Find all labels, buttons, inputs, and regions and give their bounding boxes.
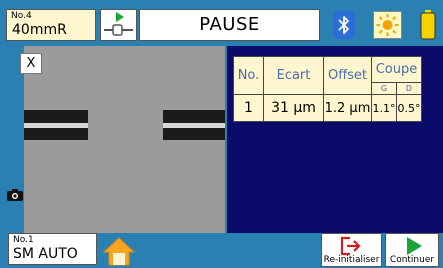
col-header-no: No. (233, 56, 264, 95)
cell-no: 1 (233, 94, 264, 122)
bluetooth-icon (338, 16, 349, 34)
left-fiber (24, 110, 88, 140)
continue-label: Continuer (389, 255, 435, 265)
right-fiber (163, 110, 225, 140)
col-header-ecart: Ecart (263, 56, 324, 95)
home-icon (102, 237, 136, 266)
splicer-screen: No.4 40mmR PAUSE X No. Ecart Offset Coup… (0, 0, 443, 268)
exit-arrow-icon (340, 236, 361, 256)
col-header-d: D (396, 82, 422, 95)
reinitialize-label: Re-initialiser (323, 255, 380, 265)
reinitialize-button[interactable]: Re-initialiser (321, 233, 382, 267)
home-button[interactable] (102, 236, 136, 266)
fiber-camera-view (24, 46, 225, 233)
results-panel: No. Ecart Offset Coupe G D 1 31 µm 1.2 µ… (227, 46, 443, 233)
continue-button[interactable]: Continuer (385, 233, 439, 267)
heater-program-selector[interactable]: No.1 SM AUTO (8, 233, 97, 265)
heater-program-name: SM AUTO (13, 246, 78, 262)
play-icon (407, 237, 422, 255)
play-splice-icon (104, 12, 133, 36)
program-name: 40mmR (12, 22, 67, 38)
col-header-offset: Offset (323, 56, 372, 95)
bluetooth-button[interactable] (333, 11, 355, 39)
cell-ecart: 31 µm (263, 94, 324, 122)
status-text: PAUSE (199, 14, 260, 35)
sun-icon (376, 14, 399, 36)
col-header-g: G (371, 82, 397, 95)
col-header-coupe: Coupe (371, 56, 422, 83)
cell-coupe-d: 0.5° (396, 94, 422, 122)
battery-icon (420, 10, 436, 40)
status-display: PAUSE (139, 9, 320, 41)
program-number: No.4 (11, 11, 32, 21)
program-selector[interactable]: No.4 40mmR (6, 9, 96, 41)
cell-coupe-g: 1.1° (371, 94, 397, 122)
brightness-button[interactable] (373, 11, 402, 39)
splice-start-button[interactable] (100, 9, 137, 41)
heater-program-number: No.1 (13, 235, 34, 245)
close-view-button[interactable]: X (20, 53, 42, 74)
cell-offset: 1.2 µm (323, 94, 372, 122)
camera-icon[interactable] (7, 186, 23, 201)
splice-results-table: No. Ecart Offset Coupe G D 1 31 µm 1.2 µ… (233, 56, 422, 122)
table-row: 1 31 µm 1.2 µm 1.1° 0.5° (233, 94, 422, 122)
